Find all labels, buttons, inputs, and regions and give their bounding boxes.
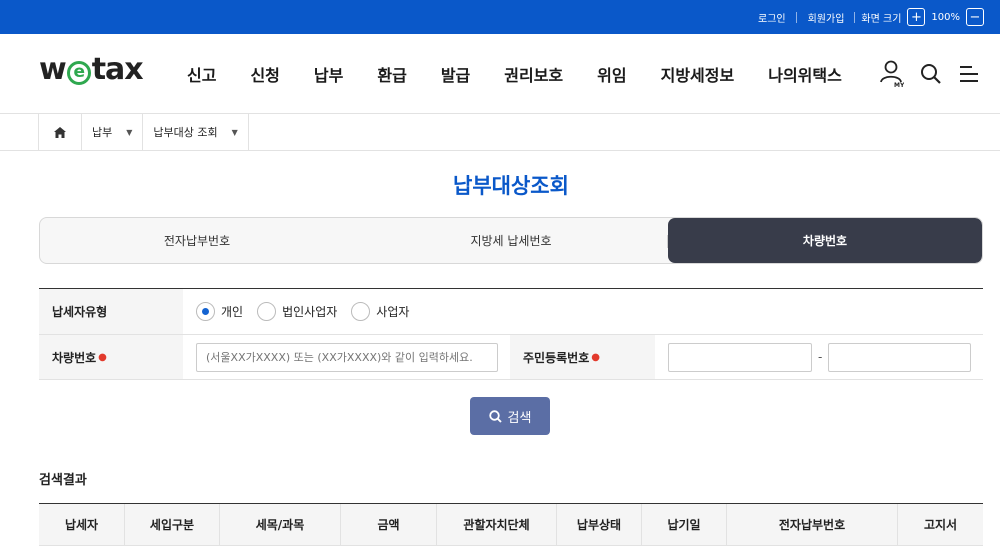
- logo-text-tax: tax: [91, 52, 144, 87]
- vehicle-number-label: 차량번호 ●: [39, 335, 183, 379]
- column-header-notice: 고지서: [923, 518, 958, 532]
- zoom-control: 화면 크기 + 100% −: [855, 8, 984, 26]
- vehicle-number-label-text: 차량번호: [52, 350, 97, 365]
- vehicle-number-cell: [183, 335, 510, 379]
- column-header-amount: 금액: [341, 504, 437, 545]
- radio-individual-label: 개인: [221, 305, 244, 319]
- vehicle-number-input[interactable]: [196, 342, 498, 372]
- nav-item-delegate[interactable]: 위임: [597, 62, 626, 86]
- rrn-label-text: 주민등록번호: [523, 350, 590, 365]
- search-icon: [488, 409, 502, 423]
- search-icon[interactable]: [920, 63, 942, 85]
- vehicle-rrn-row: 차량번호● 주민등록번호● -: [39, 335, 983, 380]
- column-header-payment-status: 납부상태: [557, 504, 642, 545]
- rrn-label: 주민등록번호 ●: [510, 335, 655, 379]
- nav-item-pay[interactable]: 납부: [314, 62, 343, 86]
- radio-business-label: 사업자: [376, 305, 410, 319]
- rrn-cell: -: [655, 335, 972, 379]
- radio-business[interactable]: 사업자: [351, 302, 409, 321]
- zoom-out-button[interactable]: −: [966, 8, 984, 26]
- column-header-tax-item: 세목/과목: [220, 504, 341, 545]
- breadcrumb-level2-label: 납부대상 조회: [153, 126, 218, 139]
- nav-item-refund[interactable]: 환급: [377, 62, 406, 86]
- nav-item-report[interactable]: 신고: [187, 62, 216, 86]
- header-icons: MY: [880, 60, 980, 88]
- search-button-label: 검색: [507, 409, 532, 425]
- zoom-value: 100%: [931, 11, 960, 23]
- breadcrumb-level2[interactable]: 납부대상 조회 ▼: [143, 114, 249, 150]
- page-title: 납부대상조회: [453, 174, 569, 198]
- search-form: 납세자유형 개인 법인사업자 사업자 차량번호● 주민등록번호● -: [39, 288, 983, 380]
- rrn-dash: -: [818, 350, 823, 364]
- svg-text:MY: MY: [894, 82, 904, 88]
- tab-vehicle-number[interactable]: 차량번호: [668, 218, 982, 263]
- nav-item-rights[interactable]: 권리보호: [504, 62, 563, 86]
- rrn-first-input[interactable]: [668, 342, 812, 372]
- nav-item-apply[interactable]: 신청: [250, 62, 279, 86]
- results-table-header: 납세자 세입구분 세목/과목 금액 관할자치단체 납부상태 납기일 전자납부번호…: [39, 503, 983, 546]
- logo-text-e: e: [66, 61, 91, 85]
- menu-icon[interactable]: [958, 64, 980, 84]
- column-header-taxpayer: 납세자: [39, 504, 125, 545]
- tab-local-tax-number[interactable]: 지방세 납세번호: [354, 218, 668, 263]
- breadcrumb-level1-label: 납부: [92, 126, 113, 139]
- caret-down-icon: ▼: [231, 127, 238, 137]
- home-icon[interactable]: [38, 114, 82, 150]
- site-header: w e tax 신고 신청 납부 환급 발급 권리보호 위임 지방세정보 나의위택스…: [0, 34, 1000, 114]
- column-header-due-date: 납기일: [642, 504, 727, 545]
- zoom-label: 화면 크기: [861, 13, 902, 25]
- join-link[interactable]: 회원가입: [797, 10, 856, 25]
- search-type-tabs: 전자납부번호 지방세 납세번호 차량번호: [39, 217, 983, 264]
- logo-text-w: w: [39, 52, 67, 87]
- column-header-jurisdiction: 관할자치단체: [437, 504, 557, 545]
- breadcrumb: 납부 ▼ 납부대상 조회 ▼: [0, 114, 1000, 151]
- tab-electronic-payment-number[interactable]: 전자납부번호: [40, 218, 354, 263]
- breadcrumb-level1[interactable]: 납부 ▼: [82, 114, 144, 150]
- results-title: 검색결과: [39, 473, 87, 488]
- wetax-logo[interactable]: w e tax: [39, 52, 144, 87]
- taxpayer-type-row: 납세자유형 개인 법인사업자 사업자: [39, 289, 983, 335]
- column-header-revenue-type: 세입구분: [125, 504, 220, 545]
- taxpayer-type-label: 납세자유형: [39, 289, 183, 334]
- radio-unchecked-icon: [351, 302, 371, 321]
- my-account-icon[interactable]: MY: [880, 60, 904, 88]
- taxpayer-type-options: 개인 법인사업자 사업자: [183, 289, 423, 334]
- nav-item-issue[interactable]: 발급: [441, 62, 470, 86]
- radio-checked-icon: [196, 302, 215, 321]
- caret-down-icon: ▼: [126, 127, 133, 137]
- column-header-electronic-payment-number: 전자납부번호: [727, 504, 898, 545]
- zoom-in-button[interactable]: +: [907, 8, 926, 26]
- nav-item-local-tax-info[interactable]: 지방세정보: [661, 62, 735, 86]
- rrn-second-input[interactable]: [828, 342, 972, 372]
- required-mark: ●: [591, 351, 600, 363]
- radio-individual[interactable]: 개인: [196, 302, 243, 321]
- main-nav: 신고 신청 납부 환급 발급 권리보호 위임 지방세정보 나의위택스: [187, 62, 876, 86]
- nav-item-my-wetax[interactable]: 나의위택스: [768, 62, 842, 86]
- login-link[interactable]: 로그인: [747, 10, 797, 25]
- radio-unchecked-icon: [257, 302, 277, 321]
- required-mark: ●: [98, 351, 107, 363]
- radio-corporate[interactable]: 법인사업자: [257, 302, 337, 321]
- utility-bar: 로그인 회원가입 화면 크기 + 100% −: [0, 0, 1000, 34]
- radio-corporate-label: 법인사업자: [282, 305, 338, 319]
- search-button[interactable]: 검색: [470, 397, 550, 435]
